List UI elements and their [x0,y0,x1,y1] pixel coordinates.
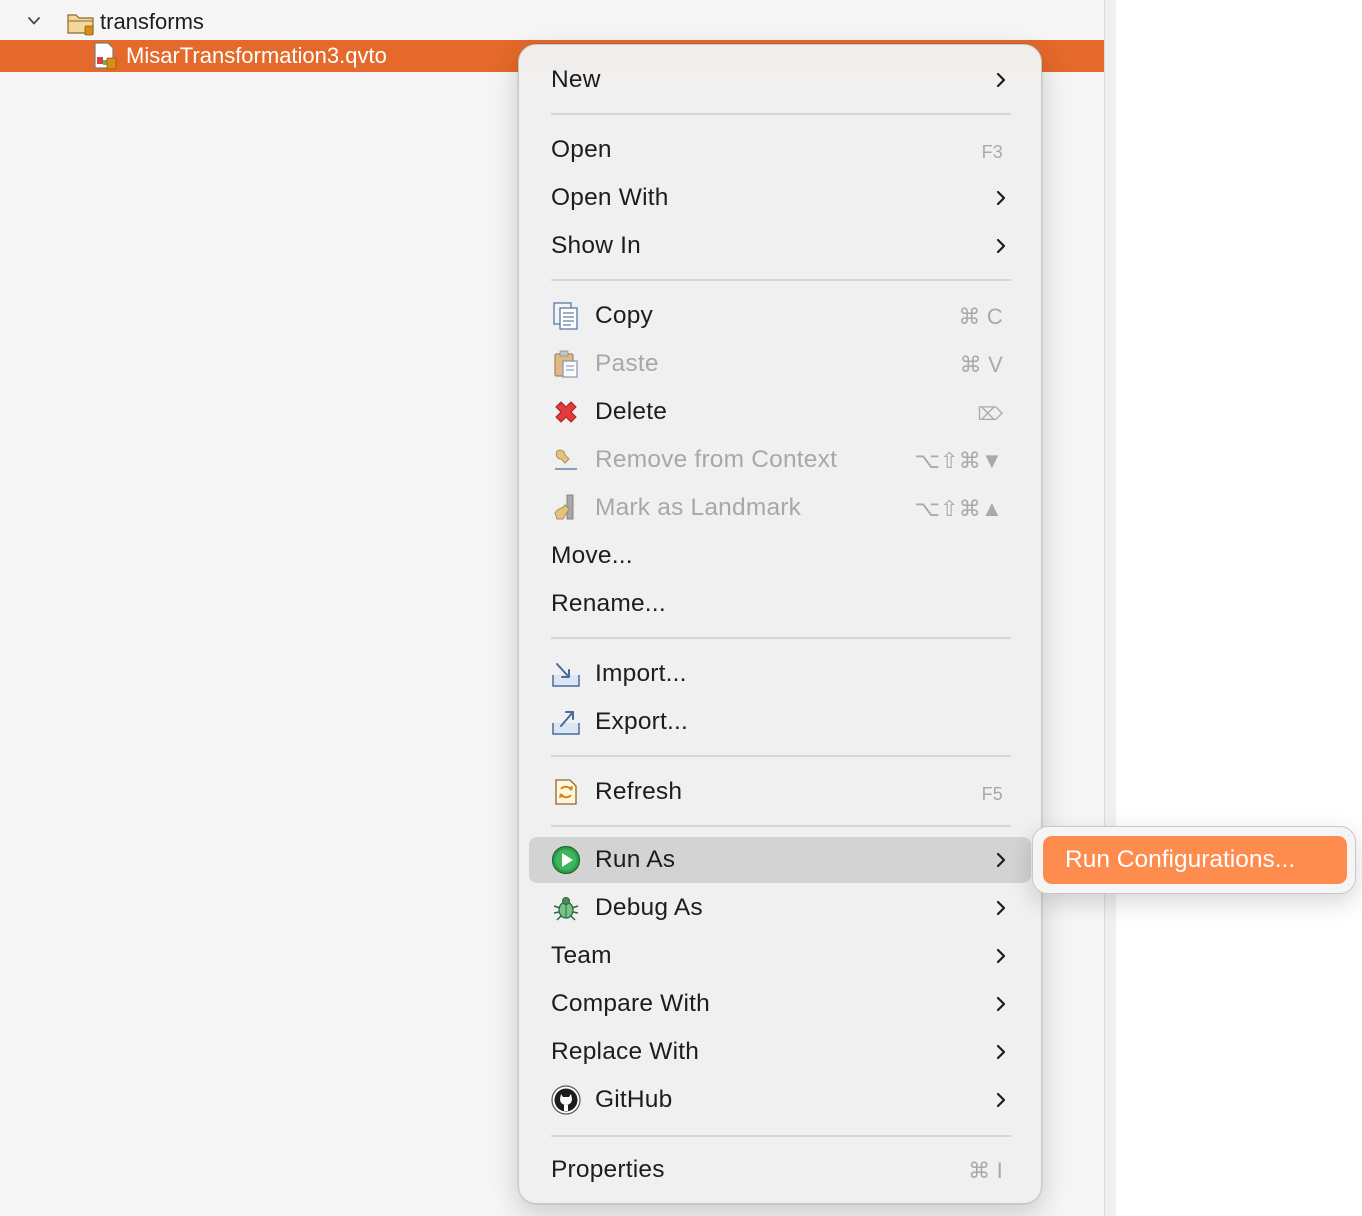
menu-item-replace-with[interactable]: Replace With [529,1029,1031,1075]
remove-context-icon [555,449,577,470]
menu-item-compare-with[interactable]: Compare With [529,981,1031,1027]
delete-x-icon [555,401,577,423]
menu-item-team[interactable]: Team [529,933,1031,979]
chevron-right-icon [996,852,1006,868]
menu-item-delete[interactable]: Delete ⌦ [529,389,1031,435]
qvto-file-icon [94,42,117,70]
menu-separator [551,1135,1011,1137]
export-icon [552,711,580,735]
context-menu: New Open F3 Open With Show In Copy ⌘ C P… [518,44,1042,1204]
menu-item-label: Rename... [551,590,666,617]
pane-divider[interactable] [1104,0,1116,1216]
menu-item-export[interactable]: Export... [529,699,1031,745]
menu-item-new[interactable]: New [529,57,1031,103]
tree-item-transforms[interactable]: transforms [0,6,1104,38]
menu-item-label: Team [551,942,612,969]
chevron-right-icon [996,948,1006,964]
menu-item-label: Compare With [551,990,710,1017]
shortcut-label: ⌘ C [958,304,1003,329]
menu-item-mark-as-landmark[interactable]: Mark as Landmark ⌥⇧⌘▲ [529,485,1031,531]
chevron-right-icon [996,1092,1006,1108]
menu-separator [551,113,1011,115]
partial-file-icon [96,0,122,4]
chevron-right-icon [996,900,1006,916]
shortcut-label: F3 [981,142,1003,162]
menu-item-rename[interactable]: Rename... [529,581,1031,627]
copy-icon [553,302,578,330]
menu-item-show-in[interactable]: Show In [529,223,1031,269]
editor-area [1116,0,1362,1216]
import-icon [552,663,580,687]
menu-item-label: Mark as Landmark [595,494,802,521]
chevron-right-icon [996,190,1006,206]
menu-item-label: Debug As [595,894,703,921]
menu-item-refresh[interactable]: Refresh F5 [529,769,1031,815]
shortcut-label: ⌥⇧⌘▲ [914,496,1003,521]
menu-item-label: Export... [595,708,689,735]
menu-item-paste[interactable]: Paste ⌘ V [529,341,1031,387]
menu-item-copy[interactable]: Copy ⌘ C [529,293,1031,339]
menu-item-remove-from-context[interactable]: Remove from Context ⌥⇧⌘▼ [529,437,1031,483]
menu-separator [551,637,1011,639]
menu-item-label: Properties [551,1156,665,1183]
menu-separator [551,279,1011,281]
folder-icon [67,14,94,36]
github-icon [551,1085,581,1115]
chevron-right-icon [996,238,1006,254]
shortcut-label: ⌥⇧⌘▼ [914,448,1003,473]
menu-item-import[interactable]: Import... [529,651,1031,697]
run-as-submenu: Run Configurations... [1032,826,1356,894]
landmark-icon [554,494,574,520]
menu-item-github[interactable]: GitHub [529,1077,1031,1123]
refresh-icon [555,779,577,805]
menu-item-label: Open [551,136,612,163]
bug-icon [553,897,579,921]
shortcut-label: ⌘ I [968,1158,1003,1183]
menu-item-label: Show In [551,232,641,259]
menu-item-label: Run As [595,846,676,873]
menu-item-open[interactable]: Open F3 [529,127,1031,173]
shortcut-label: F5 [981,784,1003,804]
menu-item-label: Import... [595,660,687,687]
menu-item-properties[interactable]: Properties ⌘ I [529,1147,1031,1193]
delete-key-icon: ⌦ [977,404,1003,424]
menu-item-label: Open With [551,184,669,211]
chevron-right-icon [996,72,1006,88]
file-label: MisarTransformation3.qvto [126,43,387,68]
menu-item-label: Run Configurations... [1065,846,1296,873]
run-icon [551,845,581,875]
menu-item-label: Move... [551,542,633,569]
menu-item-label: Replace With [551,1038,700,1065]
menu-item-label: Paste [595,350,659,377]
menu-item-label: Refresh [595,778,683,805]
folder-label: transforms [100,9,204,34]
chevron-down-icon[interactable] [28,15,40,27]
menu-separator [551,755,1011,757]
menu-item-label: New [551,66,601,93]
menu-item-label: Delete [595,398,668,425]
chevron-right-icon [996,1044,1006,1060]
menu-item-move[interactable]: Move... [529,533,1031,579]
chevron-right-icon [996,996,1006,1012]
menu-item-label: Copy [595,302,653,329]
menu-item-run-configurations[interactable]: Run Configurations... [1043,836,1347,884]
menu-item-label: Remove from Context [595,446,838,473]
shortcut-label: ⌘ V [959,352,1003,377]
menu-item-debug-as[interactable]: Debug As [529,885,1031,931]
menu-item-run-as[interactable]: Run As [529,837,1031,883]
menu-item-label: GitHub [595,1086,673,1113]
paste-icon [554,350,578,378]
menu-separator [551,825,1011,827]
menu-item-open-with[interactable]: Open With [529,175,1031,221]
